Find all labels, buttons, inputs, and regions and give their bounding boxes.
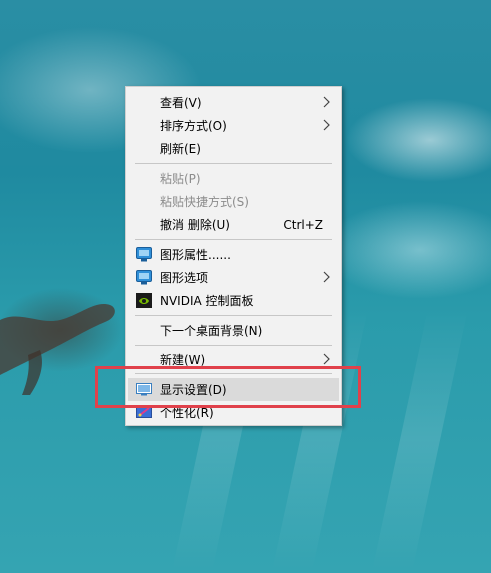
menu-item-nvidia-control-panel[interactable]: NVIDIA 控制面板 xyxy=(126,289,341,312)
menu-item-label: 查看(V) xyxy=(160,96,202,110)
menu-separator xyxy=(135,239,332,240)
menu-separator xyxy=(135,345,332,346)
menu-item-label: 图形属性...... xyxy=(160,248,231,262)
menu-item-next-desktop-background[interactable]: 下一个桌面背景(N) xyxy=(126,319,341,342)
nvidia-icon xyxy=(136,293,152,308)
chevron-right-icon xyxy=(323,271,330,283)
chevron-right-icon xyxy=(323,119,330,131)
menu-item-label: 图形选项 xyxy=(160,271,209,285)
menu-item-label: 粘贴快捷方式(S) xyxy=(160,195,249,209)
chevron-right-icon xyxy=(323,353,330,365)
menu-item-shortcut: Ctrl+Z xyxy=(283,217,323,232)
menu-item-label: NVIDIA 控制面板 xyxy=(160,294,254,308)
menu-item-label: 排序方式(O) xyxy=(160,119,227,133)
menu-item-view[interactable]: 查看(V) xyxy=(126,91,341,114)
menu-item-graphics-options[interactable]: 图形选项 xyxy=(126,266,341,289)
menu-item-graphics-properties[interactable]: 图形属性...... xyxy=(126,243,341,266)
menu-item-label: 刷新(E) xyxy=(160,142,201,156)
intel-graphics-icon xyxy=(136,247,152,262)
menu-item-paste-shortcut: 粘贴快捷方式(S) xyxy=(126,190,341,213)
intel-graphics-icon xyxy=(136,270,152,285)
annotation-highlight-box xyxy=(95,366,361,408)
menu-separator xyxy=(135,163,332,164)
menu-item-label: 撤消 删除(U) xyxy=(160,218,230,232)
menu-item-refresh[interactable]: 刷新(E) xyxy=(126,137,341,160)
chevron-right-icon xyxy=(323,96,330,108)
menu-item-sort-by[interactable]: 排序方式(O) xyxy=(126,114,341,137)
menu-item-label: 下一个桌面背景(N) xyxy=(160,324,263,338)
menu-item-label: 粘贴(P) xyxy=(160,172,201,186)
menu-item-paste: 粘贴(P) xyxy=(126,167,341,190)
light-ray xyxy=(372,310,468,570)
menu-separator xyxy=(135,315,332,316)
menu-item-undo-delete[interactable]: 撤消 删除(U) Ctrl+Z xyxy=(126,213,341,236)
